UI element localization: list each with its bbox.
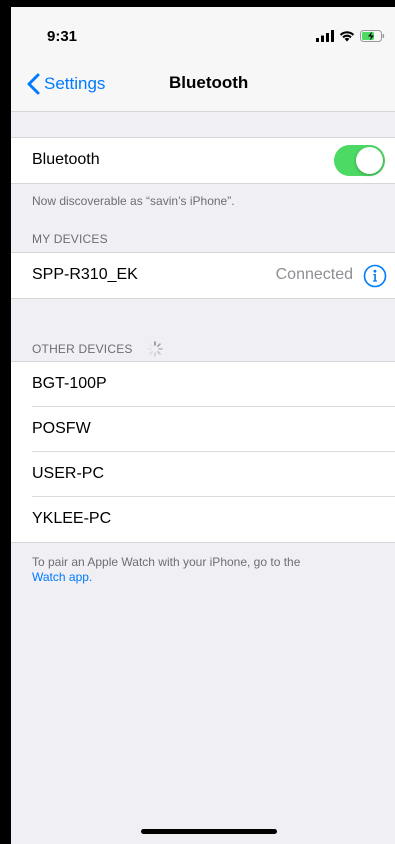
status-time: 9:31 xyxy=(47,28,78,45)
navigation-bar: 9:31 Settings Bluetooth xyxy=(11,7,395,111)
other-device-row[interactable]: POSFW xyxy=(11,407,395,452)
info-icon[interactable] xyxy=(363,264,387,288)
bluetooth-toggle-row: Bluetooth xyxy=(11,138,395,183)
device-name: BGT-100P xyxy=(32,375,107,392)
my-devices-header: MY DEVICES xyxy=(32,232,108,246)
chevron-left-icon xyxy=(27,73,40,95)
bluetooth-label: Bluetooth xyxy=(32,151,100,168)
other-device-row[interactable]: BGT-100P xyxy=(11,362,395,407)
apple-watch-hint: To pair an Apple Watch with your iPhone,… xyxy=(32,555,372,585)
battery-charging-icon xyxy=(360,30,385,42)
home-indicator[interactable] xyxy=(141,829,277,834)
watch-app-link[interactable]: Watch app. xyxy=(32,570,92,584)
divider xyxy=(11,542,395,543)
device-name: YKLEE-PC xyxy=(32,510,112,527)
device-name: USER-PC xyxy=(32,465,105,482)
connection-status: Connected xyxy=(275,266,353,283)
nav-divider xyxy=(11,111,395,112)
loading-spinner-icon xyxy=(147,341,163,357)
other-device-row[interactable]: USER-PC xyxy=(11,452,395,497)
device-name: SPP-R310_EK xyxy=(32,266,138,283)
other-device-row[interactable]: YKLEE-PC xyxy=(11,497,395,542)
toggle-knob xyxy=(356,147,383,174)
wifi-icon xyxy=(339,30,355,42)
back-label: Settings xyxy=(44,74,106,93)
signal-bars-icon xyxy=(316,30,334,42)
divider xyxy=(11,183,395,184)
back-button[interactable]: Settings xyxy=(27,71,105,97)
my-device-row[interactable]: SPP-R310_EK Connected xyxy=(11,253,395,298)
phone-screen: 9:31 Settings Bluetooth Bluetooth Now di… xyxy=(11,7,395,844)
page-title: Bluetooth xyxy=(169,73,249,92)
device-name: POSFW xyxy=(32,420,91,437)
divider xyxy=(11,298,395,299)
other-devices-header: OTHER DEVICES xyxy=(32,342,133,356)
bluetooth-toggle[interactable] xyxy=(334,145,385,176)
discoverable-text: Now discoverable as “savin’s iPhone”. xyxy=(32,194,235,208)
status-icons xyxy=(316,29,385,43)
hint-text: To pair an Apple Watch with your iPhone,… xyxy=(32,555,301,569)
